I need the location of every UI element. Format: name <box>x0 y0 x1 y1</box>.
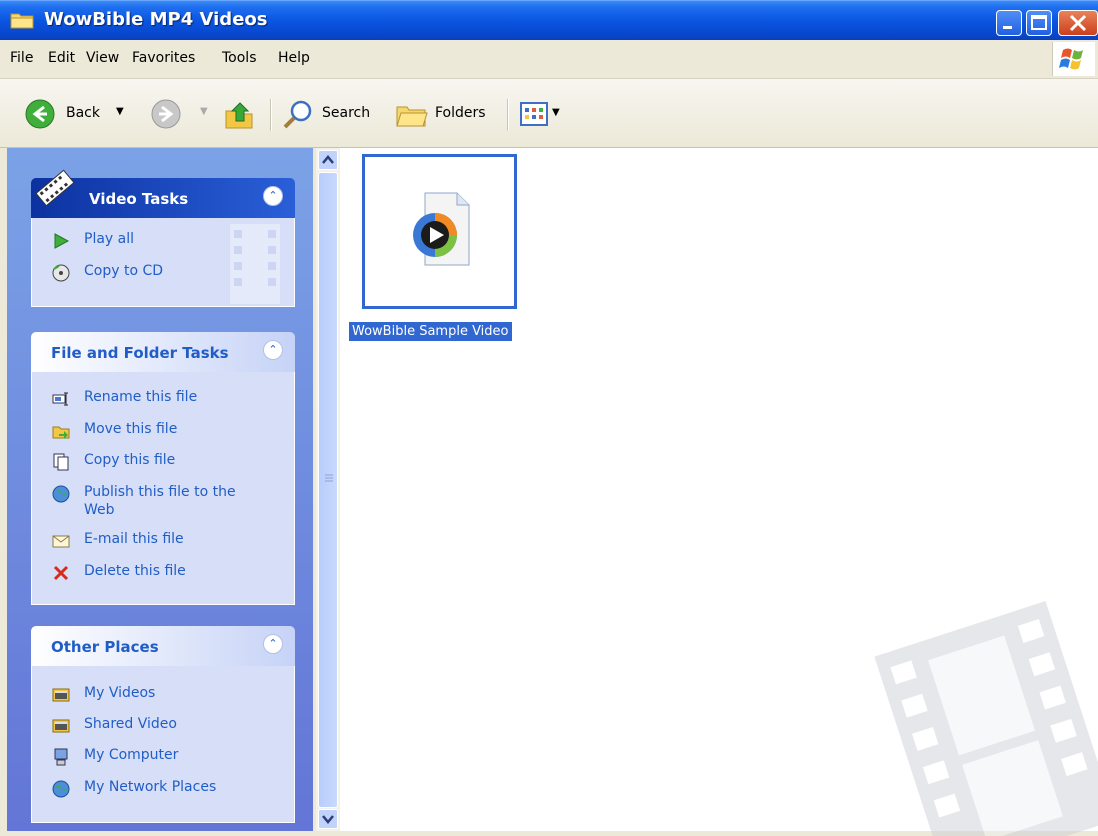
delete-icon <box>53 565 69 581</box>
views-button[interactable]: ▼ <box>520 101 560 131</box>
menu-tools[interactable]: Tools <box>222 50 257 66</box>
network-globe-icon <box>52 780 70 798</box>
other-places-title: Other Places <box>51 638 159 656</box>
forward-arrow-icon <box>151 99 181 129</box>
menu-view[interactable]: View <box>86 50 119 66</box>
task-label: E-mail this file <box>84 531 184 547</box>
task-label: Web <box>84 502 115 518</box>
title-bar[interactable]: WowBible MP4 Videos <box>0 0 1098 41</box>
views-dropdown-icon[interactable]: ▼ <box>552 107 560 118</box>
task-label: Copy this file <box>84 452 176 468</box>
menu-edit[interactable]: Edit <box>48 50 75 66</box>
file-folder-tasks-header[interactable]: File and Folder Tasks ⌃ <box>31 332 295 372</box>
video-folder-icon <box>52 688 70 702</box>
other-places-panel: Other Places ⌃ My Videos Shared Video My… <box>31 626 295 823</box>
folder-icon <box>10 13 34 29</box>
video-tasks-body: Play all Copy to CD <box>31 218 295 307</box>
minimize-button[interactable] <box>996 10 1022 36</box>
forward-dropdown-icon[interactable]: ▼ <box>200 106 208 117</box>
up-folder-icon <box>225 102 253 129</box>
back-dropdown-icon[interactable]: ▼ <box>116 106 124 117</box>
scroll-up-button[interactable] <box>318 150 338 170</box>
task-pane: Video Tasks ⌃ Play all Copy to CD File a… <box>7 148 313 831</box>
task-label: My Network Places <box>84 779 217 795</box>
video-tasks-panel: Video Tasks ⌃ Play all Copy to CD <box>31 169 295 307</box>
window-title: WowBible MP4 Videos <box>44 9 268 30</box>
play-icon <box>54 233 70 249</box>
film-watermark-icon <box>230 224 280 304</box>
task-label: Move this file <box>84 421 178 437</box>
toolbar: Back ▼ ▼ Search Folders ▼ <box>0 79 1098 148</box>
task-label: Publish this file to the <box>84 484 236 500</box>
vertical-scrollbar[interactable] <box>316 148 340 831</box>
computer-icon <box>54 748 68 766</box>
task-label: Play all <box>84 231 135 247</box>
video-tasks-header[interactable]: Video Tasks ⌃ <box>31 169 295 218</box>
windows-logo <box>1052 42 1095 76</box>
maximize-button[interactable] <box>1026 10 1052 36</box>
other-places-body: My Videos Shared Video My Computer My Ne… <box>31 666 295 823</box>
menu-bar: File Edit View Favorites Tools Help <box>0 40 1098 79</box>
menu-favorites[interactable]: Favorites <box>132 50 195 66</box>
folders-icon <box>396 106 428 127</box>
task-label: Copy to CD <box>84 263 164 279</box>
minimize-icon <box>1003 26 1012 29</box>
file-folder-tasks-panel: File and Folder Tasks ⌃ Rename this file… <box>31 332 295 605</box>
scroll-down-button[interactable] <box>318 809 338 829</box>
scroll-thumb[interactable] <box>318 172 338 808</box>
views-icon <box>520 102 548 126</box>
collapse-icon[interactable]: ⌃ <box>263 340 283 360</box>
menu-help[interactable]: Help <box>278 50 310 66</box>
file-thumbnail[interactable] <box>362 154 517 309</box>
copy-to-cd-icon <box>52 264 70 282</box>
video-folder-icon <box>52 719 70 733</box>
film-icon <box>35 169 75 207</box>
publish-globe-icon <box>52 485 70 503</box>
menu-file[interactable]: File <box>10 50 33 66</box>
search-label: Search <box>322 105 371 121</box>
video-tasks-title: Video Tasks <box>89 190 189 208</box>
back-arrow-icon <box>25 99 55 129</box>
collapse-icon[interactable]: ⌃ <box>263 186 283 206</box>
rename-icon <box>52 392 68 406</box>
other-places-header[interactable]: Other Places ⌃ <box>31 626 295 666</box>
file-folder-tasks-title: File and Folder Tasks <box>51 344 229 362</box>
back-label: Back <box>66 105 100 121</box>
media-file-icon <box>413 192 470 266</box>
collapse-icon[interactable]: ⌃ <box>263 634 283 654</box>
task-label: Rename this file <box>84 389 198 405</box>
task-label: Delete this file <box>84 563 186 579</box>
file-name-label[interactable]: WowBible Sample Video <box>349 322 512 341</box>
copy-icon <box>53 453 69 471</box>
close-button[interactable] <box>1058 10 1098 36</box>
up-folder-button[interactable] <box>224 99 256 135</box>
chevron-up-icon <box>322 155 334 164</box>
file-list-view[interactable]: WowBible Sample Video <box>340 148 1098 836</box>
grip-icon <box>325 474 333 482</box>
task-label: My Computer <box>84 747 179 763</box>
maximize-icon <box>1031 15 1047 30</box>
chevron-down-icon <box>322 815 334 824</box>
film-watermark-icon <box>874 601 1098 836</box>
windows-flag-icon <box>1059 48 1083 70</box>
search-icon <box>283 100 312 129</box>
email-icon <box>52 535 70 548</box>
close-icon <box>1069 14 1087 32</box>
task-label: My Videos <box>84 685 156 701</box>
task-label: Shared Video <box>84 716 177 732</box>
file-folder-tasks-body: Rename this file Move this file Copy thi… <box>31 372 295 605</box>
move-icon <box>52 426 70 439</box>
folders-label: Folders <box>435 105 486 121</box>
